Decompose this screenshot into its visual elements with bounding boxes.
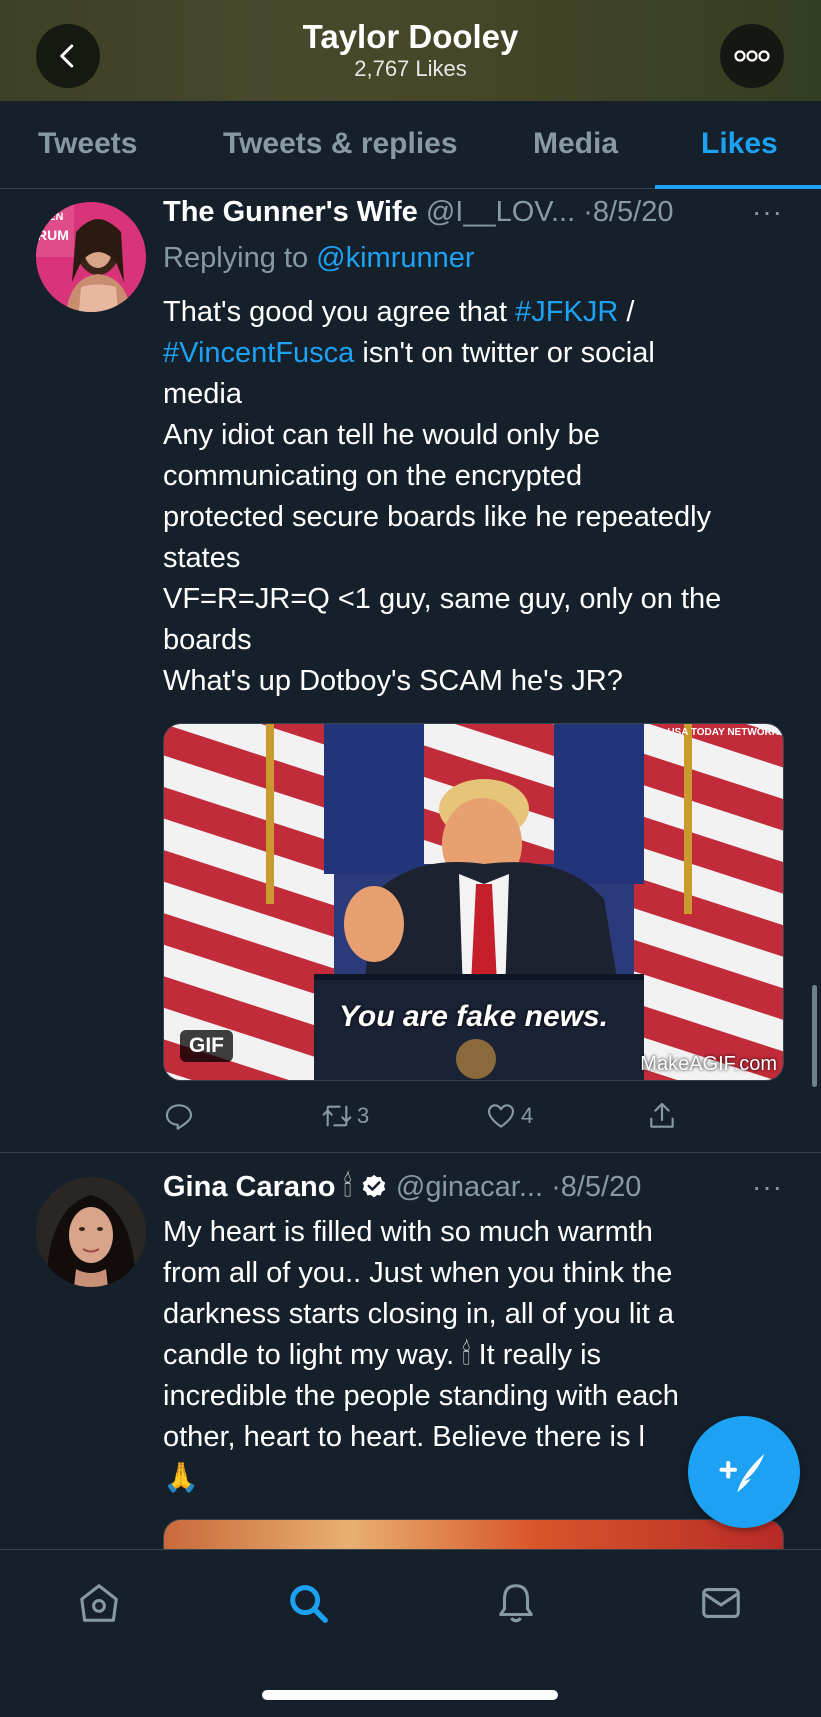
author-name[interactable]: The Gunner's Wife (163, 196, 418, 228)
avatar[interactable] (36, 1177, 146, 1287)
scrollbar[interactable] (812, 985, 817, 1087)
active-tab-indicator (655, 185, 821, 189)
network-logo: USA TODAY NETWORK (667, 727, 779, 738)
home-icon[interactable] (76, 1580, 122, 1626)
retweet-button[interactable]: 3 (321, 1100, 369, 1132)
gif-badge: GIF (180, 1030, 233, 1062)
home-indicator (262, 1690, 558, 1700)
author-handle[interactable]: @I__LOV... (426, 196, 575, 228)
share-icon (650, 1102, 674, 1128)
gif-caption: You are fake news. (338, 1000, 608, 1033)
tweet-1[interactable]: MEN RUM The Gunner's Wife @I__LOV... ·8/… (0, 190, 821, 1152)
tweet-gif[interactable]: USA TODAY NETWORK You are fake news. GIF… (163, 723, 784, 1081)
author-handle[interactable]: @ginacar... (396, 1171, 543, 1203)
svg-text:MEN: MEN (39, 211, 64, 223)
share-button[interactable] (646, 1100, 678, 1132)
mail-icon[interactable] (698, 1580, 744, 1626)
reply-button[interactable] (163, 1100, 195, 1132)
reply-icon (165, 1104, 193, 1130)
more-options-button[interactable] (720, 24, 784, 88)
reply-context: Replying to @kimrunner (163, 242, 475, 274)
verified-badge-icon (362, 1174, 386, 1198)
compose-tweet-button[interactable] (688, 1416, 800, 1528)
compose-feather-icon (719, 1454, 765, 1493)
tab-media[interactable]: Media (533, 127, 618, 161)
like-count: 4 (521, 1103, 534, 1128)
hashtag-link[interactable]: #JFKJR (515, 296, 618, 328)
tab-likes[interactable]: Likes (701, 127, 778, 161)
tweet-text: That's good you agree that #JFKJR / #Vin… (163, 296, 722, 697)
author-name[interactable]: Gina Carano (163, 1171, 335, 1203)
tweet-actions: 3 4 (163, 1100, 683, 1136)
profile-name: Taylor Dooley (302, 18, 519, 55)
heart-icon (487, 1104, 515, 1128)
watermark: MakeAGIF.com (640, 1053, 777, 1075)
candle-emoji: 🕯 (343, 1171, 352, 1203)
tweet-image[interactable] (163, 1519, 784, 1549)
profile-header: Taylor Dooley 2,767 Likes (0, 0, 821, 101)
svg-text:RUM: RUM (37, 227, 69, 243)
bell-icon[interactable] (493, 1580, 539, 1626)
tab-tweets-replies[interactable]: Tweets & replies (223, 127, 458, 161)
likes-count: 2,767 Likes (354, 56, 467, 81)
retweet-icon (322, 1105, 352, 1127)
more-dots-icon (734, 50, 770, 62)
tweet-header: The Gunner's Wife @I__LOV... ·8/5/20 (163, 196, 674, 229)
tab-tweets[interactable]: Tweets (38, 127, 137, 161)
like-button[interactable]: 4 (485, 1100, 533, 1132)
mention-link[interactable]: @kimrunner (316, 242, 474, 274)
tweet-date: ·8/5/20 (551, 1171, 642, 1203)
tweet-date: ·8/5/20 (583, 196, 674, 228)
hashtag-link[interactable]: #VincentFusca (163, 337, 354, 369)
search-icon[interactable] (285, 1580, 331, 1626)
avatar[interactable]: MEN RUM (36, 202, 146, 312)
tweet-more-button[interactable]: ··· (752, 1171, 783, 1203)
retweet-count: 3 (357, 1103, 370, 1128)
tweet-more-button[interactable]: ··· (752, 196, 783, 228)
tweet-header: Gina Carano 🕯 @ginacar... ·8/5/20 (163, 1171, 641, 1204)
profile-tabs: Tweets Tweets & replies Media Likes (0, 101, 821, 189)
